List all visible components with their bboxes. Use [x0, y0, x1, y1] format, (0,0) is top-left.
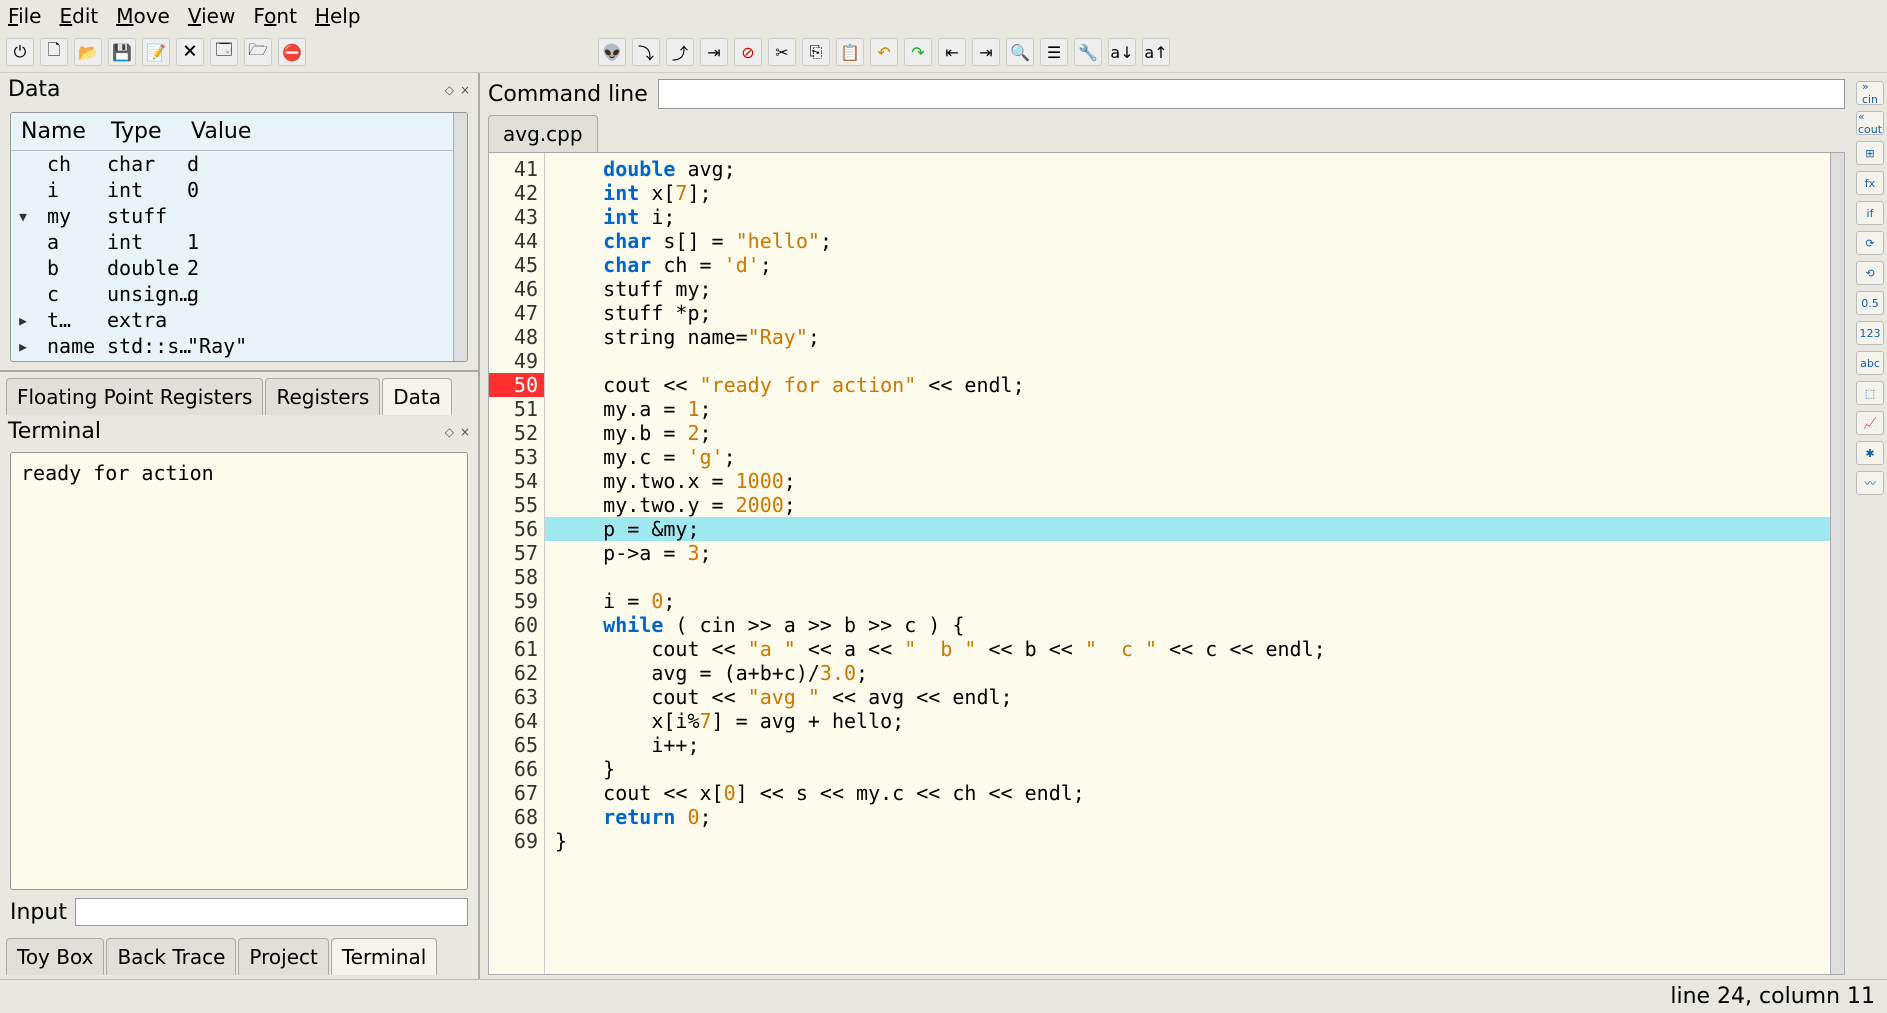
code-editor[interactable]: 4142434445464748495051525354555657585960… [488, 152, 1845, 975]
right-dock: »cin «cout ⊞ fx if ⟳ ⟲ 0.5 123 abc ⬚ 📈 ✱ 〰 [1853, 73, 1887, 979]
dock-button[interactable]: ⬚ [1856, 381, 1884, 405]
tab-project[interactable]: Project [238, 938, 328, 975]
tab-terminal[interactable]: Terminal [331, 938, 438, 975]
save-as-icon[interactable]: 📝 [142, 38, 170, 66]
data-row[interactable]: ▸namestd::s…"Ray" [11, 333, 467, 359]
tab-data[interactable]: Data [382, 378, 452, 415]
dock-button[interactable]: ⊞ [1856, 141, 1884, 165]
file-tab[interactable]: avg.cpp [488, 115, 598, 152]
dock-button[interactable]: «cout [1856, 111, 1884, 135]
dock-button[interactable]: ⟳ [1856, 231, 1884, 255]
data-grid[interactable]: Name Type Value chchardiint0▾mystuff ain… [10, 112, 468, 362]
data-panel-title: Data [8, 77, 61, 102]
dock-button[interactable]: fx [1856, 171, 1884, 195]
dock-button[interactable]: 0.5 [1856, 291, 1884, 315]
font-dec-icon[interactable]: a↓ [1108, 38, 1136, 66]
tab-backtrace[interactable]: Back Trace [106, 938, 236, 975]
save-icon[interactable]: 💾 [108, 38, 136, 66]
close-icon[interactable]: × [460, 425, 470, 439]
step-icon[interactable]: ⤴ [666, 38, 694, 66]
restore-icon[interactable]: ◇ [445, 83, 454, 97]
command-line-input[interactable] [658, 79, 1845, 109]
menubar: File Edit Move View Font Help [0, 0, 1887, 32]
input-label: Input [10, 900, 67, 925]
close-project-icon[interactable]: ⛔ [278, 38, 306, 66]
data-row[interactable]: bdouble2 [11, 255, 467, 281]
col-type[interactable]: Type [111, 119, 191, 144]
dock-button[interactable]: 123 [1856, 321, 1884, 345]
stop-icon[interactable]: ⊘ [734, 38, 762, 66]
continue-icon[interactable]: ⇥ [700, 38, 728, 66]
menu-font[interactable]: Font [253, 4, 297, 28]
scrollbar-vertical[interactable] [453, 113, 467, 361]
menu-edit[interactable]: Edit [59, 4, 98, 28]
dock-button[interactable]: ✱ [1856, 441, 1884, 465]
data-row[interactable]: ▸ t…extra [11, 307, 467, 333]
close-file-icon[interactable]: 🗙 [176, 38, 204, 66]
selectall-icon[interactable]: ☰ [1040, 38, 1068, 66]
paste-icon[interactable]: 📋 [836, 38, 864, 66]
undo-icon[interactable]: ↶ [870, 38, 898, 66]
tab-fp-registers[interactable]: Floating Point Registers [6, 378, 263, 415]
font-inc-icon[interactable]: a↑ [1142, 38, 1170, 66]
next-icon[interactable]: ⤵ [632, 38, 660, 66]
command-line-label: Command line [488, 82, 648, 107]
dock-button[interactable]: 〰 [1856, 471, 1884, 495]
terminal-title: Terminal [8, 419, 101, 444]
dock-button[interactable]: abc [1856, 351, 1884, 375]
new-project-icon[interactable]: 🗔 [210, 38, 238, 66]
close-icon[interactable]: × [460, 83, 470, 97]
editor-scrollbar[interactable] [1830, 153, 1844, 974]
col-value[interactable]: Value [191, 119, 457, 144]
unindent-icon[interactable]: ⇥ [972, 38, 1000, 66]
data-row[interactable]: pstuff *0x2 [11, 359, 467, 362]
menu-help[interactable]: Help [315, 4, 361, 28]
open-project-icon[interactable]: 🗁 [244, 38, 272, 66]
prettify-icon[interactable]: 🔧 [1074, 38, 1102, 66]
copy-icon[interactable]: ⎘ [802, 38, 830, 66]
dock-button[interactable]: if [1856, 201, 1884, 225]
dock-button[interactable]: 📈 [1856, 411, 1884, 435]
redo-icon[interactable]: ↷ [904, 38, 932, 66]
col-name[interactable]: Name [21, 119, 111, 144]
new-file-icon[interactable]: 🗋 [40, 38, 68, 66]
tab-toybox[interactable]: Toy Box [6, 938, 104, 975]
data-row[interactable]: aint1 [11, 229, 467, 255]
dock-button[interactable]: »cin [1856, 81, 1884, 105]
main-toolbar: ⏻ 🗋 📂 💾 📝 🗙 🗔 🗁 ⛔ 👽 ⤵ ⤴ ⇥ ⊘ ✂ ⎘ 📋 ↶ ↷ ⇤ … [0, 32, 1887, 73]
find-icon[interactable]: 🔍 [1006, 38, 1034, 66]
quit-icon[interactable]: ⏻ [6, 38, 34, 66]
status-cursor-position: line 24, column 11 [1670, 984, 1875, 1009]
menu-view[interactable]: View [188, 4, 235, 28]
dock-button[interactable]: ⟲ [1856, 261, 1884, 285]
cut-icon[interactable]: ✂ [768, 38, 796, 66]
open-file-icon[interactable]: 📂 [74, 38, 102, 66]
menu-file[interactable]: File [8, 4, 41, 28]
tab-registers[interactable]: Registers [265, 378, 380, 415]
menu-move[interactable]: Move [116, 4, 170, 28]
indent-icon[interactable]: ⇤ [938, 38, 966, 66]
data-row[interactable]: cunsign…g [11, 281, 467, 307]
terminal-input[interactable] [75, 898, 468, 926]
run-icon[interactable]: 👽 [598, 38, 626, 66]
data-panel: Data ◇ × Name Type Value chchardiint0▾my… [0, 73, 478, 372]
data-row[interactable]: ▾mystuff [11, 203, 467, 229]
data-row[interactable]: iint0 [11, 177, 467, 203]
restore-icon[interactable]: ◇ [445, 425, 454, 439]
data-row[interactable]: chchard [11, 151, 467, 177]
terminal-output: ready for action [10, 452, 468, 890]
terminal-panel: Terminal ◇ × ready for action Input [0, 415, 478, 934]
